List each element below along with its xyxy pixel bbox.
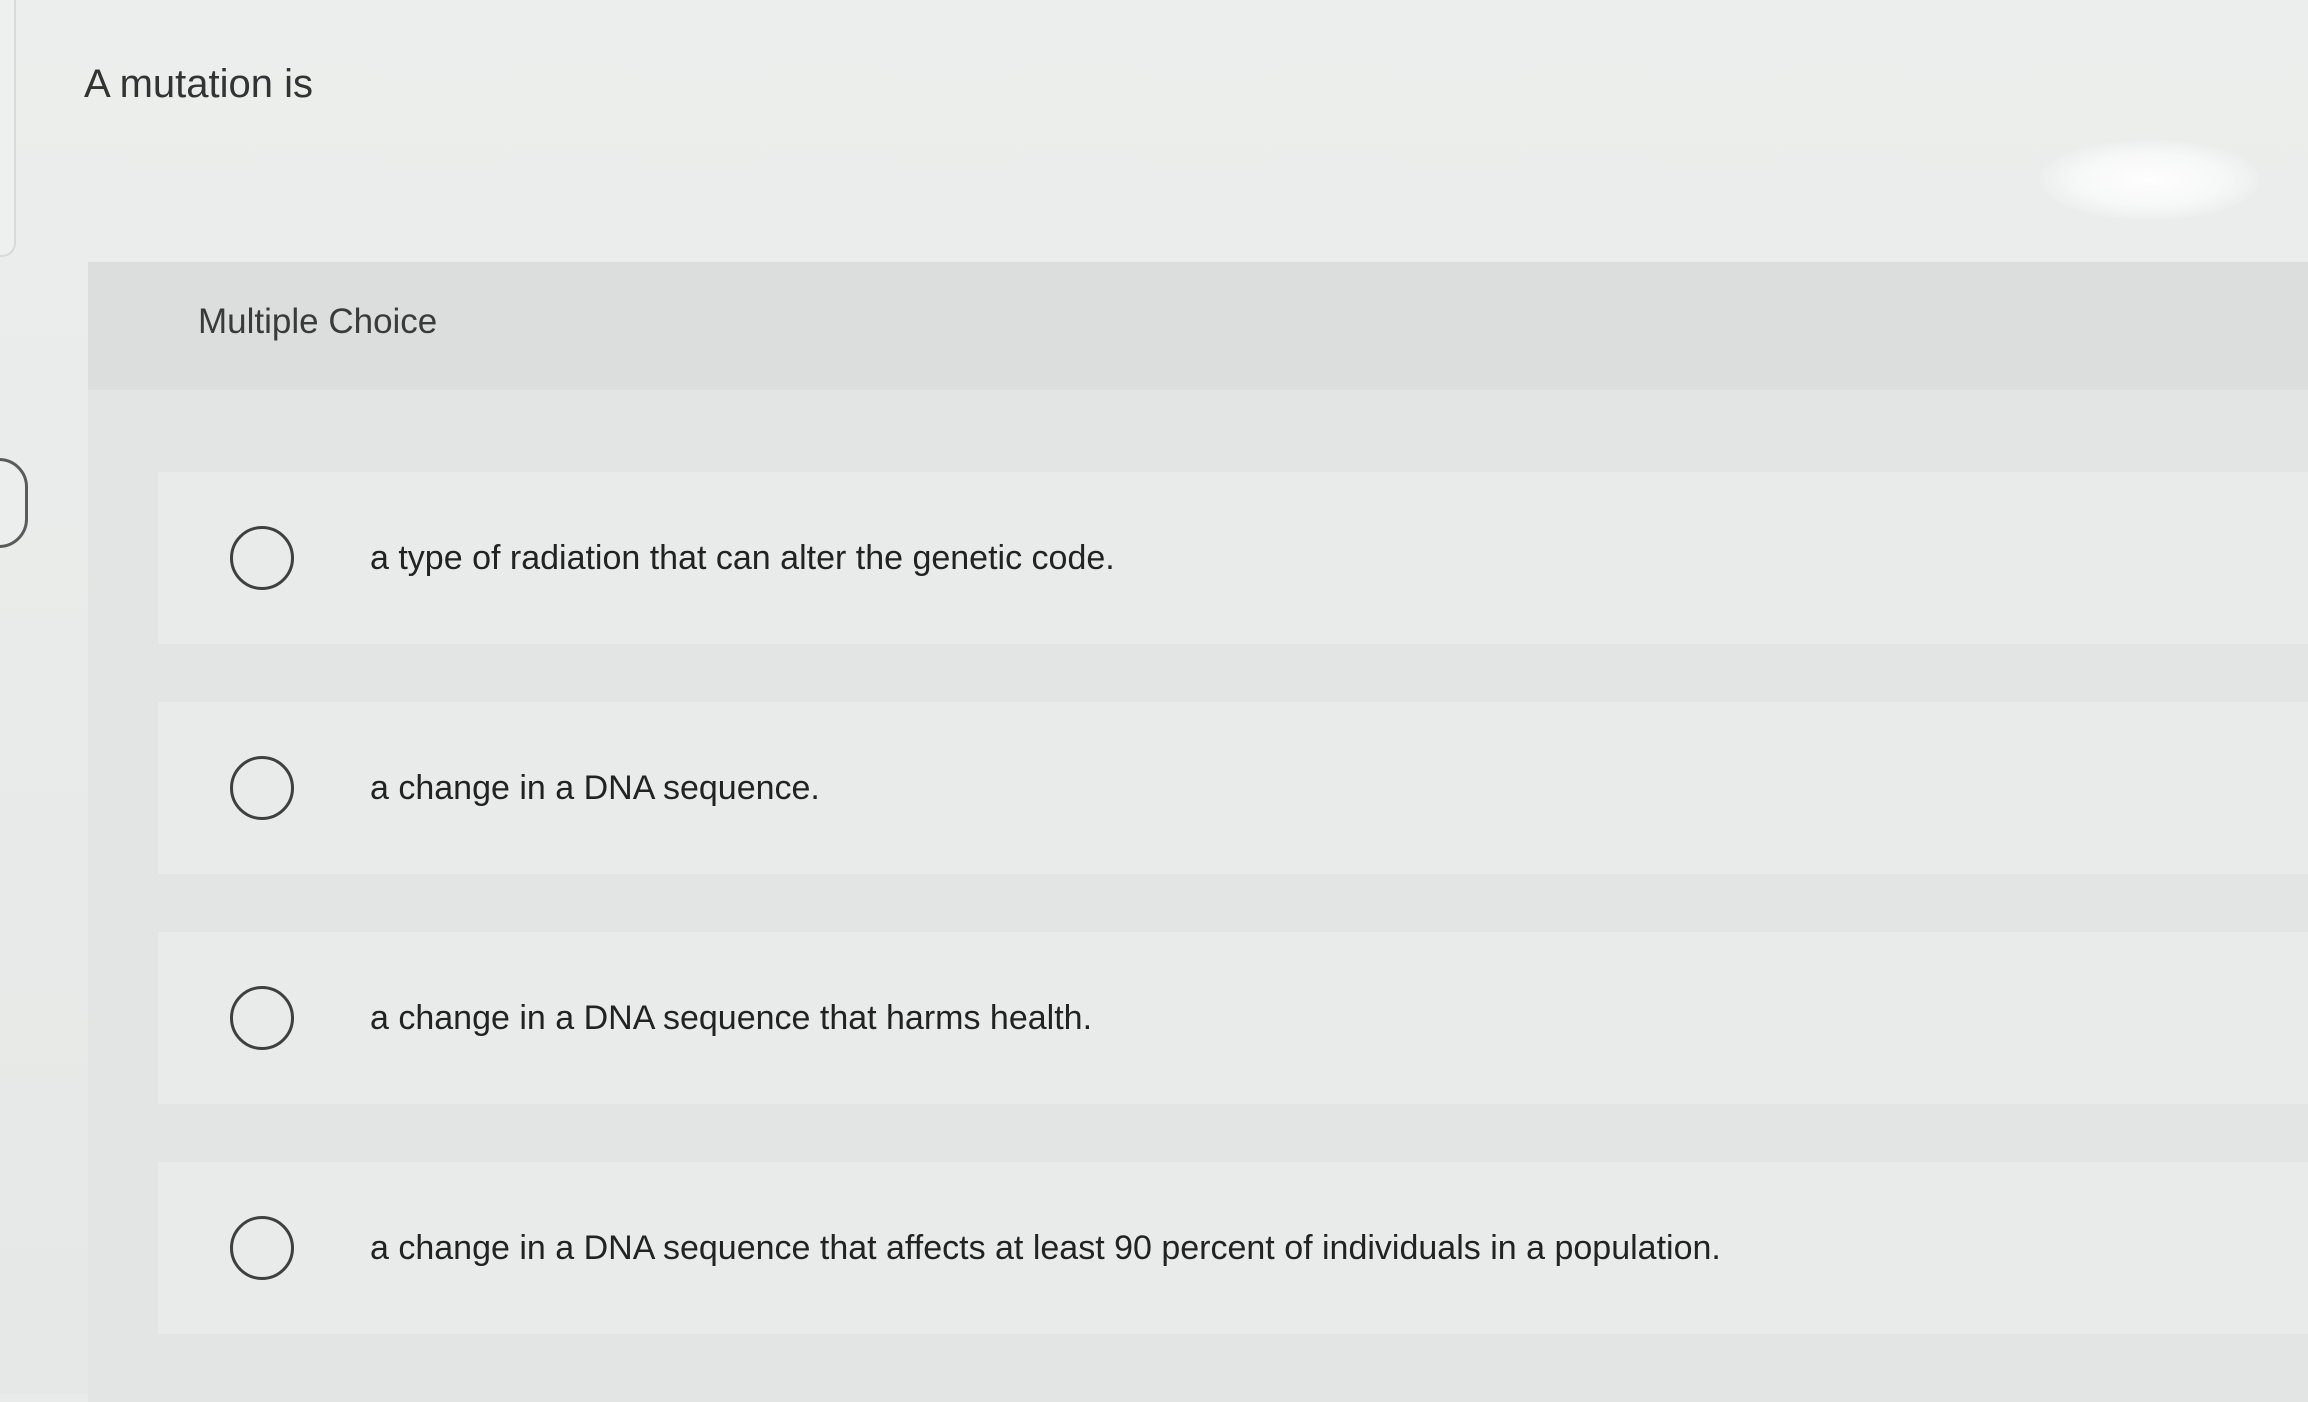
answer-option-d[interactable]: a change in a DNA sequence that affects …	[158, 1162, 2308, 1334]
panel-header: Multiple Choice	[88, 262, 2308, 390]
answer-option-label: a type of radiation that can alter the g…	[370, 538, 1115, 577]
radio-button-unchecked-icon[interactable]	[230, 1216, 294, 1280]
answer-option-label: a change in a DNA sequence that affects …	[370, 1228, 1721, 1267]
question-type-label: Multiple Choice	[198, 302, 438, 341]
answer-option-label: a change in a DNA sequence.	[370, 768, 820, 807]
answer-option-label: a change in a DNA sequence that harms he…	[370, 998, 1093, 1037]
radio-button-unchecked-icon[interactable]	[230, 756, 294, 820]
answer-options: a type of radiation that can alter the g…	[158, 472, 2308, 1392]
screen-glare	[2040, 140, 2260, 220]
side-tab[interactable]	[0, 458, 28, 548]
answer-option-b[interactable]: a change in a DNA sequence.	[158, 702, 2308, 874]
radio-button-unchecked-icon[interactable]	[230, 986, 294, 1050]
answer-option-a[interactable]: a type of radiation that can alter the g…	[158, 472, 2308, 644]
left-frame-edge	[0, 0, 16, 257]
multiple-choice-panel: Multiple Choice a type of radiation that…	[88, 262, 2308, 1402]
answer-option-c[interactable]: a change in a DNA sequence that harms he…	[158, 932, 2308, 1104]
question-text: A mutation is	[84, 62, 314, 106]
page: A mutation is Multiple Choice a type of …	[0, 0, 2308, 1402]
radio-button-unchecked-icon[interactable]	[230, 526, 294, 590]
